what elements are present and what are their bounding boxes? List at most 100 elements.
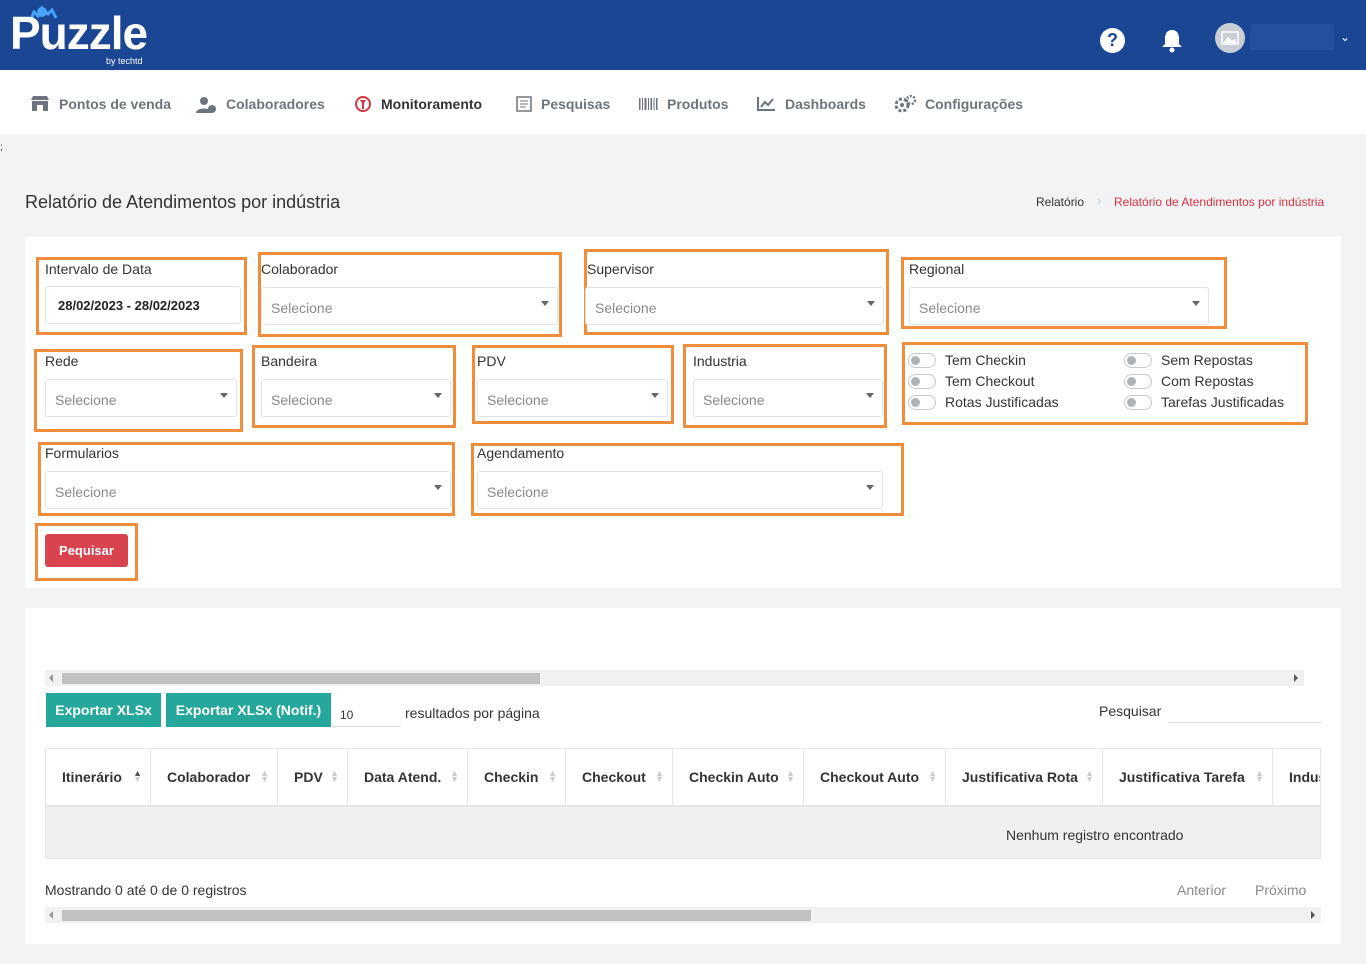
formularios-select[interactable]: Selecione <box>45 471 451 509</box>
survey-icon <box>516 96 532 112</box>
scroll-thumb[interactable] <box>62 910 811 921</box>
avatar[interactable] <box>1215 23 1245 53</box>
table-search-input[interactable] <box>1168 697 1321 723</box>
toggle-switch[interactable] <box>1124 373 1152 389</box>
barcode-icon <box>639 98 658 110</box>
date-label: Intervalo de Data <box>45 261 152 277</box>
column-header-pdv[interactable]: PDV ▲ ▼ <box>278 749 348 805</box>
scroll-right-icon[interactable] <box>1311 911 1315 919</box>
chevron-down-icon[interactable]: ⌄ <box>1340 30 1350 44</box>
page-title: Relatório de Atendimentos por indústria <box>25 192 341 212</box>
column-header-colaborador[interactable]: Colaborador ▲ ▼ <box>151 749 278 805</box>
column-header-label: Justificativa Rota <box>962 769 1078 785</box>
toggle-com-repostas[interactable]: Com Repostas <box>1124 373 1254 389</box>
sort-icon: ▲ ▼ <box>133 768 142 784</box>
column-header-checkout[interactable]: Checkout ▲ ▼ <box>566 749 673 805</box>
toggle-rotas-justificadas[interactable]: Rotas Justificadas <box>908 394 1059 410</box>
page-length-select[interactable]: 10 <box>333 700 401 727</box>
bottom-horizontal-scrollbar[interactable] <box>45 907 1321 923</box>
toggle-label: Tarefas Justificadas <box>1161 394 1284 410</box>
colaborador-label: Colaborador <box>261 261 339 277</box>
toggle-switch[interactable] <box>908 394 936 410</box>
sort-icon: ▲ ▼ <box>1255 768 1264 784</box>
menu-label: Monitoramento <box>381 96 483 112</box>
column-header-checkin[interactable]: Checkin ▲ ▼ <box>468 749 566 805</box>
column-header-justificativa-rota[interactable]: Justificativa Rota ▲ ▼ <box>946 749 1103 805</box>
toggle-switch[interactable] <box>908 373 936 389</box>
sort-icon: ▲ ▼ <box>260 768 269 784</box>
scroll-left-icon[interactable] <box>49 674 53 682</box>
caret-down-icon <box>866 485 874 490</box>
pagination-next[interactable]: Próximo <box>1255 882 1306 898</box>
colaborador-select[interactable]: Selecione <box>261 287 558 325</box>
scroll-left-icon[interactable] <box>49 911 53 919</box>
regional-label: Regional <box>909 261 965 277</box>
industria-select[interactable]: Selecione <box>693 379 883 417</box>
help-icon[interactable]: ? <box>1100 28 1125 53</box>
main-menu: Pontos de venda Colaboradores Monitorame… <box>0 70 1366 134</box>
select-placeholder: Selecione <box>55 392 117 408</box>
bandeira-select[interactable]: Selecione <box>261 379 451 417</box>
menu-item-produtos[interactable]: Produtos <box>638 94 728 114</box>
store-icon <box>31 96 49 111</box>
rede-select[interactable]: Selecione <box>45 379 237 417</box>
user-name-blurred[interactable] <box>1250 24 1334 50</box>
column-header-checkin-auto[interactable]: Checkin Auto ▲ ▼ <box>673 749 804 805</box>
toggle-tem-checkout[interactable]: Tem Checkout <box>908 373 1034 389</box>
toggle-label: Com Repostas <box>1161 373 1254 389</box>
toggle-tem-checkin[interactable]: Tem Checkin <box>908 352 1026 368</box>
regional-select[interactable]: Selecione <box>909 287 1209 325</box>
pagination-previous[interactable]: Anterior <box>1177 882 1226 898</box>
export-xlsx-notif-button[interactable]: Exportar XLSx (Notif.) <box>166 693 331 727</box>
scroll-right-icon[interactable] <box>1294 674 1298 682</box>
top-horizontal-scrollbar[interactable] <box>45 670 1304 686</box>
select-placeholder: Selecione <box>487 484 549 500</box>
column-header-label: Checkin <box>484 769 539 785</box>
search-button[interactable]: Pequisar <box>45 534 128 567</box>
column-header-justificativa-tarefa[interactable]: Justificativa Tarefa ▲ ▼ <box>1103 749 1273 805</box>
select-placeholder: Selecione <box>271 300 333 316</box>
agendamento-label: Agendamento <box>477 445 565 461</box>
formularios-label: Formularios <box>45 445 119 461</box>
pdv-select[interactable]: Selecione <box>477 379 668 417</box>
column-header-checkout-auto[interactable]: Checkout Auto ▲ ▼ <box>804 749 946 805</box>
menu-item-pesquisas[interactable]: Pesquisas <box>516 94 610 114</box>
date-range-input[interactable]: 28/02/2023 - 28/02/2023 <box>45 286 241 324</box>
toggle-switch[interactable] <box>1124 352 1152 368</box>
column-header-itinerario[interactable]: Itinerário ▲ ▼ <box>46 749 151 805</box>
select-placeholder: Selecione <box>487 392 549 408</box>
table-info: Mostrando 0 até 0 de 0 registros <box>45 882 247 898</box>
supervisor-select[interactable]: Selecione <box>585 287 884 325</box>
empty-table-message: Nenhum registro encontrado <box>1006 827 1184 843</box>
column-header-data-atend[interactable]: Data Atend. ▲ ▼ <box>348 749 468 805</box>
date-range-value: 28/02/2023 - 28/02/2023 <box>58 298 200 313</box>
caret-down-icon <box>541 301 549 306</box>
menu-label: Configurações <box>925 96 1024 112</box>
column-header-industria[interactable]: Indus <box>1273 749 1320 805</box>
toggle-tarefas-justificadas[interactable]: Tarefas Justificadas <box>1124 394 1284 410</box>
menu-item-colaboradores[interactable]: Colaboradores <box>196 94 325 114</box>
menu-item-configuracoes[interactable]: Configurações <box>894 94 1023 114</box>
breadcrumb-relatorio[interactable]: Relatório <box>1036 195 1084 209</box>
caret-down-icon <box>220 393 228 398</box>
column-header-label: Itinerário <box>62 769 122 785</box>
toggle-switch[interactable] <box>908 352 936 368</box>
bell-icon[interactable] <box>1159 27 1185 53</box>
caret-down-icon <box>434 485 442 490</box>
menu-item-pontos-de-venda[interactable]: Pontos de venda <box>30 94 171 114</box>
breadcrumb-separator-icon: › <box>1097 193 1102 208</box>
toggle-sem-repostas[interactable]: Sem Repostas <box>1124 352 1253 368</box>
scroll-thumb[interactable] <box>62 673 540 684</box>
menu-item-dashboards[interactable]: Dashboards <box>756 94 866 114</box>
select-placeholder: Selecione <box>271 392 333 408</box>
caret-down-icon <box>651 393 659 398</box>
select-placeholder: Selecione <box>919 300 981 316</box>
toggle-switch[interactable] <box>1124 394 1152 410</box>
sort-icon: ▲ ▼ <box>450 768 459 784</box>
agendamento-select[interactable]: Selecione <box>477 471 883 509</box>
menu-label: Pesquisas <box>541 96 611 112</box>
menu-item-monitoramento[interactable]: Monitoramento <box>354 94 482 114</box>
export-xlsx-button[interactable]: Exportar XLSx <box>46 693 161 727</box>
puzzle-logo[interactable]: Puzzle by techtd <box>10 4 160 70</box>
column-header-label: Colaborador <box>167 769 251 785</box>
